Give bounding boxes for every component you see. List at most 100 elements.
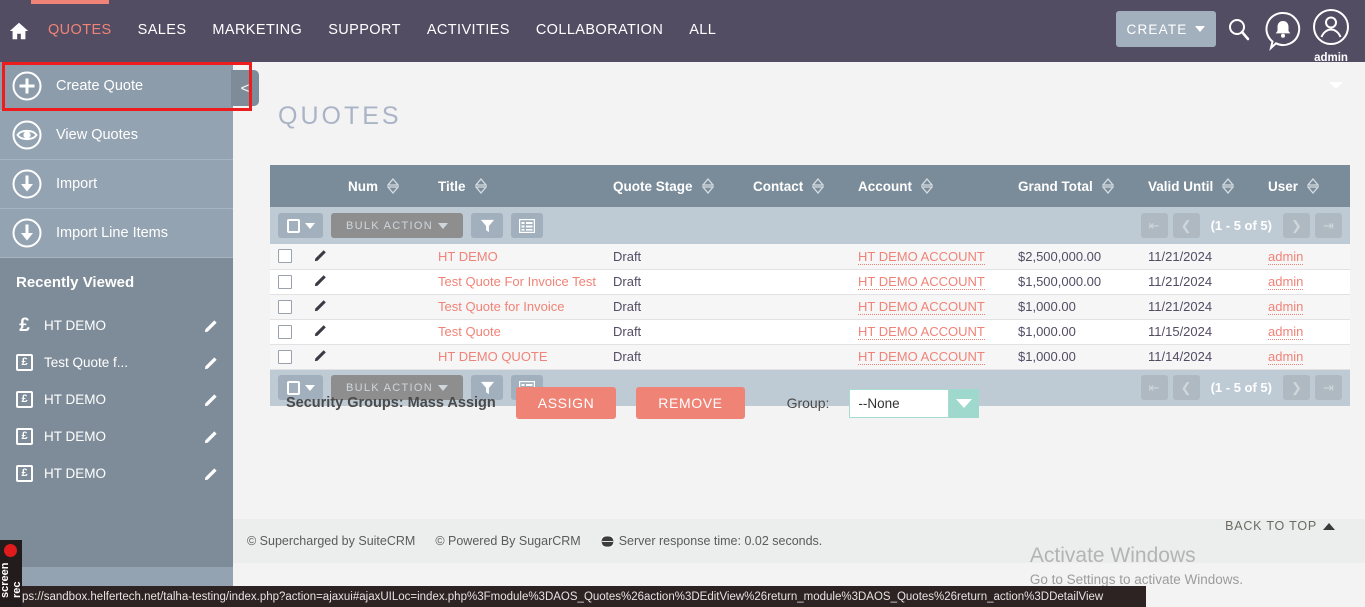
list-item[interactable]: £ HT DEMO — [0, 307, 233, 344]
nav-item-support[interactable]: SUPPORT — [315, 22, 414, 38]
home-icon[interactable] — [8, 20, 30, 42]
row-checkbox-cell — [270, 244, 306, 270]
sidebar-item-create-quote[interactable]: Create Quote — [0, 62, 233, 111]
user-link[interactable]: admin — [1268, 274, 1304, 290]
column-label: User — [1268, 178, 1299, 194]
next-page-button[interactable]: ❯ — [1283, 213, 1310, 238]
quote-title-link[interactable]: HT DEMO QUOTE — [438, 349, 548, 364]
edit-pencil-icon[interactable] — [204, 429, 219, 444]
row-checkbox[interactable] — [278, 274, 292, 289]
nav-item-quotes[interactable]: QUOTES — [35, 22, 125, 38]
cell-user: admin — [1260, 269, 1350, 295]
screen-recorder-widget[interactable]: screen rec — [0, 540, 23, 607]
pound-box-icon: £ — [16, 428, 33, 445]
sidebar-item-view-quotes[interactable]: View Quotes — [0, 111, 233, 160]
assign-button[interactable]: ASSIGN — [515, 387, 617, 419]
sidebar-item-import-line-items[interactable]: Import Line Items — [0, 209, 233, 258]
edit-pencil-icon[interactable] — [314, 273, 328, 287]
list-item[interactable]: £ HT DEMO — [0, 418, 233, 455]
column-label: Account — [858, 178, 912, 194]
user-menu[interactable]: admin — [1305, 8, 1357, 64]
column-header-account[interactable]: Account — [850, 165, 1010, 207]
user-link[interactable]: admin — [1268, 248, 1304, 265]
account-link[interactable]: HT DEMO ACCOUNT — [858, 299, 985, 315]
list-item[interactable]: £ Test Quote f... — [0, 344, 233, 381]
last-page-button[interactable]: ⇥ — [1315, 213, 1342, 238]
bell-icon[interactable] — [1263, 11, 1303, 51]
row-checkbox-cell — [270, 344, 306, 370]
user-link[interactable]: admin — [1268, 349, 1304, 365]
chevron-down-icon[interactable] — [1329, 82, 1343, 89]
cell-account: HT DEMO ACCOUNT — [850, 294, 1010, 320]
cell-contact — [745, 269, 850, 295]
column-header-contact[interactable]: Contact — [745, 165, 850, 207]
page-footer: © Supercharged by SuiteCRM © Powered By … — [233, 519, 1365, 563]
select-all-dropdown[interactable] — [278, 213, 323, 238]
group-select-value[interactable]: --None — [849, 388, 950, 418]
account-link[interactable]: HT DEMO ACCOUNT — [858, 274, 985, 290]
account-link[interactable]: HT DEMO ACCOUNT — [858, 324, 985, 340]
chevron-down-icon — [438, 222, 449, 229]
sidebar-item-import[interactable]: Import — [0, 160, 233, 209]
first-page-button[interactable]: ⇤ — [1140, 213, 1168, 238]
group-select-arrow[interactable] — [949, 388, 980, 418]
search-icon[interactable] — [1226, 17, 1252, 43]
filter-button[interactable] — [471, 213, 503, 238]
account-link[interactable]: HT DEMO ACCOUNT — [858, 349, 985, 365]
row-edit-cell — [306, 244, 340, 270]
column-chooser-button[interactable] — [511, 213, 543, 238]
column-header-grand-total[interactable]: Grand Total — [1010, 165, 1140, 207]
table-row[interactable]: HT DEMO Draft HT DEMO ACCOUNT $2,500,000… — [270, 244, 1350, 270]
quote-title-link[interactable]: Test Quote — [438, 324, 501, 339]
table-row[interactable]: Test Quote for Invoice Draft HT DEMO ACC… — [270, 294, 1350, 320]
quote-title-link[interactable]: HT DEMO — [438, 249, 498, 264]
footer-sugarcrm: © Powered By SugarCRM — [435, 534, 581, 548]
prev-page-button[interactable]: ❮ — [1172, 213, 1200, 238]
nav-item-sales[interactable]: SALES — [125, 22, 200, 38]
pound-box-icon: £ — [16, 391, 33, 408]
column-header-valid-until[interactable]: Valid Until — [1140, 165, 1260, 207]
row-checkbox[interactable] — [278, 299, 292, 314]
column-header-num[interactable]: Num — [340, 165, 430, 207]
column-header-title[interactable]: Title — [430, 165, 605, 207]
edit-pencil-icon[interactable] — [204, 392, 219, 407]
nav-item-collaboration[interactable]: COLLABORATION — [523, 22, 676, 38]
bulk-action-dropdown[interactable]: BULK ACTION — [331, 213, 463, 238]
download-circle-icon — [12, 218, 42, 248]
table-row[interactable]: Test Quote For Invoice Test Draft HT DEM… — [270, 269, 1350, 295]
edit-pencil-icon[interactable] — [204, 318, 219, 333]
nav-item-marketing[interactable]: MARKETING — [199, 22, 315, 38]
account-link[interactable]: HT DEMO ACCOUNT — [858, 248, 985, 265]
group-select[interactable]: --None — [849, 388, 980, 418]
edit-pencil-icon[interactable] — [314, 348, 328, 362]
nav-item-activities[interactable]: ACTIVITIES — [414, 22, 523, 38]
back-to-top-button[interactable]: BACK TO TOP — [1225, 519, 1335, 533]
sort-arrows-icon — [701, 178, 714, 194]
edit-pencil-icon[interactable] — [204, 355, 219, 370]
sidebar-collapse-toggle[interactable]: < — [231, 70, 259, 106]
footer-response-text: Server response time: 0.02 seconds. — [618, 534, 823, 548]
row-checkbox[interactable] — [278, 249, 292, 264]
recorder-label: screen rec — [0, 562, 23, 598]
table-row[interactable]: HT DEMO QUOTE Draft HT DEMO ACCOUNT $1,0… — [270, 344, 1350, 370]
create-button[interactable]: CREATE — [1116, 11, 1216, 47]
edit-pencil-icon[interactable] — [314, 323, 328, 337]
cell-user: admin — [1260, 344, 1350, 370]
nav-item-all[interactable]: ALL — [676, 22, 729, 38]
user-link[interactable]: admin — [1268, 299, 1304, 315]
table-row[interactable]: Test Quote Draft HT DEMO ACCOUNT $1,000.… — [270, 319, 1350, 345]
edit-pencil-icon[interactable] — [314, 298, 328, 312]
quote-title-link[interactable]: Test Quote for Invoice — [438, 299, 564, 314]
user-link[interactable]: admin — [1268, 324, 1304, 340]
remove-button[interactable]: REMOVE — [636, 387, 745, 419]
list-item[interactable]: £ HT DEMO — [0, 381, 233, 418]
quote-title-link[interactable]: Test Quote For Invoice Test — [438, 274, 596, 289]
row-checkbox[interactable] — [278, 349, 292, 364]
list-item[interactable]: £ HT DEMO — [0, 455, 233, 492]
column-header-quote-stage[interactable]: Quote Stage — [605, 165, 745, 207]
row-checkbox[interactable] — [278, 324, 292, 339]
edit-pencil-icon[interactable] — [314, 248, 328, 262]
edit-pencil-icon[interactable] — [204, 466, 219, 481]
cell-user: admin — [1260, 294, 1350, 320]
column-header-user[interactable]: User — [1260, 165, 1350, 207]
